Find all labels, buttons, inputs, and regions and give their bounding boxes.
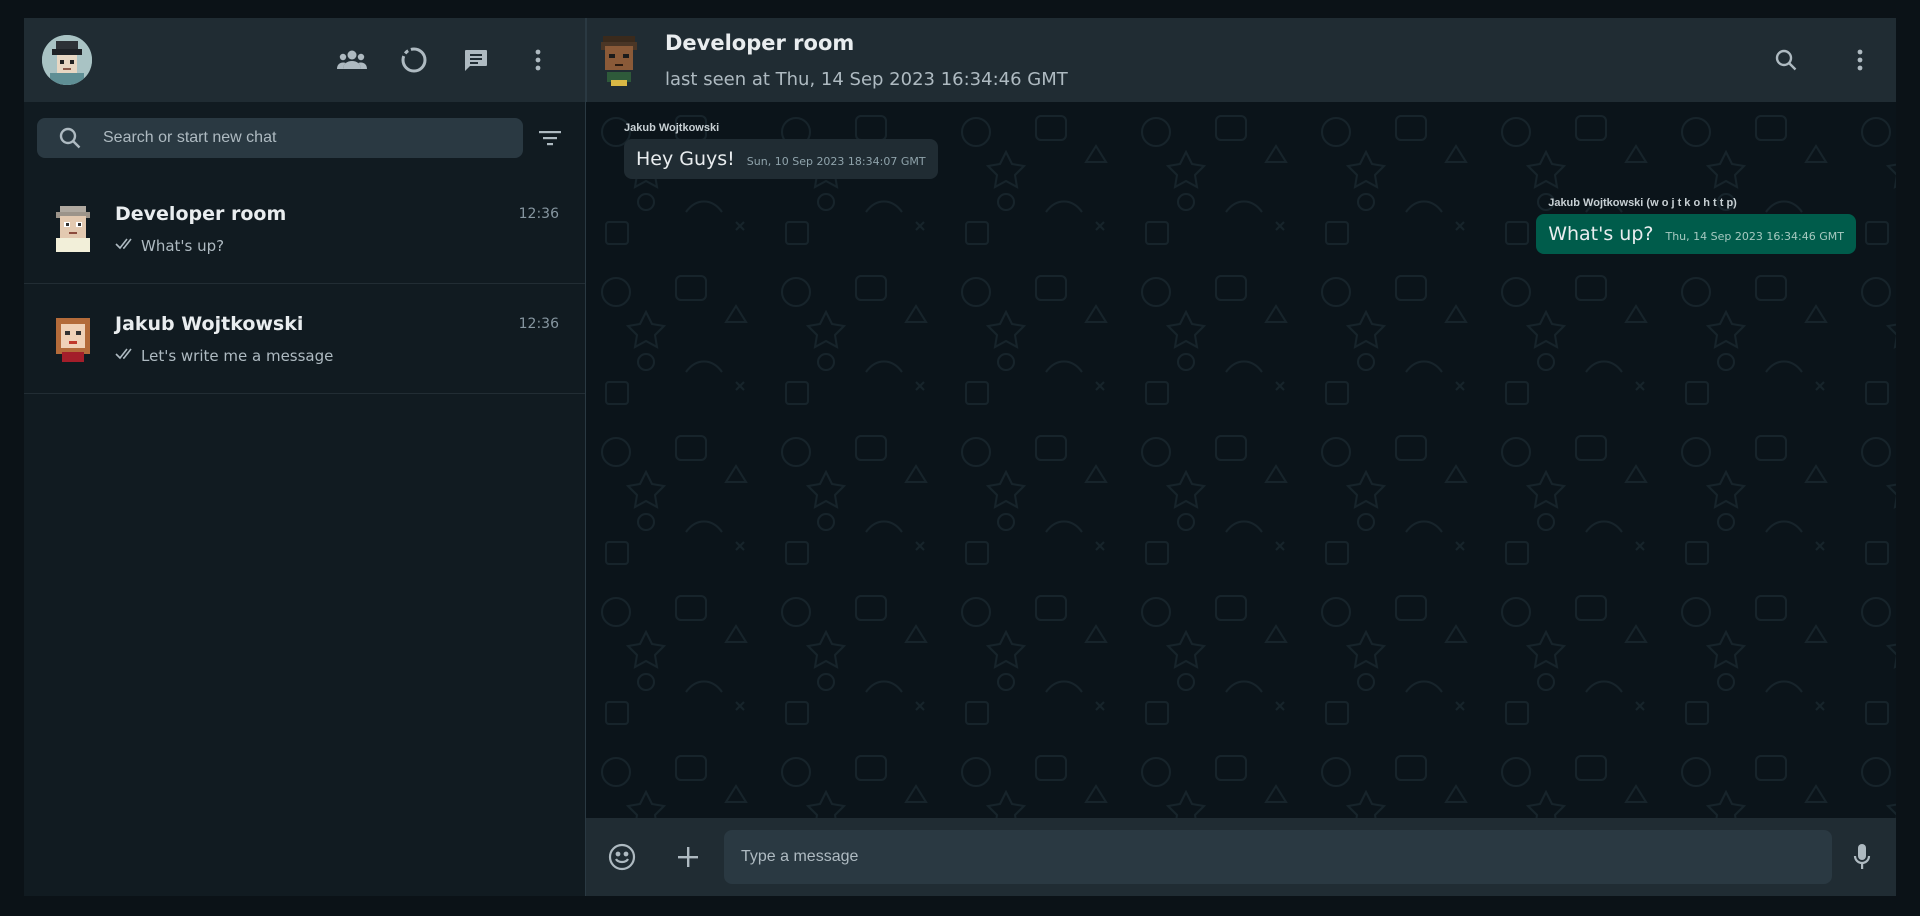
chat-name: Jakub Wojtkowski — [115, 312, 304, 335]
room-last-seen: last seen at Thu, 14 Sep 2023 16:34:46 G… — [665, 68, 1068, 90]
composer — [586, 818, 1896, 896]
message-timestamp: Sun, 10 Sep 2023 18:34:07 GMT — [746, 155, 926, 168]
message-input[interactable] — [724, 830, 1832, 884]
app-window: Developer room 12:36 What's up? — [24, 18, 1896, 896]
search-icon[interactable] — [1760, 40, 1812, 80]
chat-avatar — [52, 314, 94, 364]
filter-icon[interactable] — [535, 123, 565, 153]
room-title: Developer room — [665, 30, 855, 55]
sidebar: Developer room 12:36 What's up? — [24, 18, 586, 896]
community-icon[interactable] — [321, 40, 383, 80]
new-chat-icon[interactable] — [445, 40, 507, 80]
chat-name: Developer room — [115, 202, 287, 225]
message-area[interactable]: Jakub Wojtkowski Hey Guys! Sun, 10 Sep 2… — [586, 102, 1896, 818]
room-avatar[interactable] — [597, 34, 641, 86]
message-text: What's up? — [1548, 223, 1654, 245]
message-outgoing: Jakub Wojtkowski (w o j t k o h t t p) W… — [1536, 197, 1856, 254]
conversation-panel: Developer room last seen at Thu, 14 Sep … — [586, 18, 1896, 896]
message-sender: Jakub Wojtkowski — [624, 122, 720, 134]
chat-preview: Let's write me a message — [141, 346, 334, 365]
menu-icon[interactable] — [1834, 40, 1886, 80]
attach-plus-icon[interactable] — [666, 835, 710, 879]
double-check-icon — [115, 237, 135, 255]
status-icon[interactable] — [383, 40, 445, 80]
search-box[interactable] — [37, 118, 523, 158]
chat-item-developer-room[interactable]: Developer room 12:36 What's up? — [24, 174, 585, 284]
profile-avatar[interactable] — [42, 35, 92, 85]
emoji-icon[interactable] — [600, 835, 644, 879]
chat-item-jakub-wojtkowski[interactable]: Jakub Wojtkowski 12:36 Let's write me a … — [24, 284, 585, 394]
search-input[interactable] — [103, 129, 483, 147]
chat-time: 12:36 — [518, 315, 559, 332]
menu-icon[interactable] — [507, 40, 569, 80]
chat-list: Developer room 12:36 What's up? Jakub Wo… — [24, 174, 585, 394]
search-icon — [37, 127, 103, 149]
message-incoming: Jakub Wojtkowski Hey Guys! Sun, 10 Sep 2… — [624, 122, 938, 179]
message-text: Hey Guys! — [636, 148, 735, 170]
message-bubble[interactable]: What's up? Thu, 14 Sep 2023 16:34:46 GMT — [1536, 214, 1856, 254]
chat-time: 12:36 — [518, 205, 559, 222]
conversation-header[interactable]: Developer room last seen at Thu, 14 Sep … — [586, 18, 1896, 102]
message-bubble[interactable]: Hey Guys! Sun, 10 Sep 2023 18:34:07 GMT — [624, 139, 938, 179]
chat-avatar — [52, 204, 94, 254]
microphone-icon[interactable] — [1840, 835, 1884, 879]
sidebar-header — [24, 18, 585, 102]
double-check-icon — [115, 347, 135, 365]
chat-preview: What's up? — [141, 236, 225, 255]
message-timestamp: Thu, 14 Sep 2023 16:34:46 GMT — [1665, 230, 1844, 243]
message-sender: Jakub Wojtkowski (w o j t k o h t t p) — [1548, 197, 1737, 209]
search-row — [24, 102, 585, 174]
